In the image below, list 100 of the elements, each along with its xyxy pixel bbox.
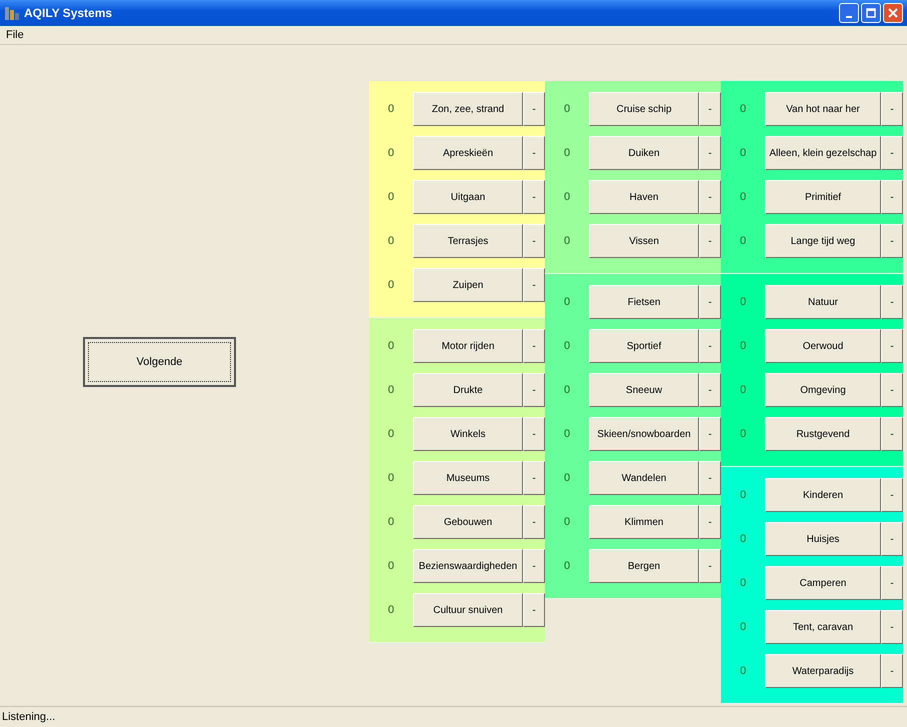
minimize-icon (846, 16, 852, 18)
count: 0 (562, 560, 572, 572)
category-button[interactable]: Fietsen (589, 285, 699, 319)
category-button[interactable]: Primitief (765, 180, 881, 214)
minus-button[interactable]: - (881, 417, 903, 451)
category-button[interactable]: Drukte (413, 373, 523, 407)
count: 0 (562, 516, 572, 528)
category-button[interactable]: Waterparadijs (765, 654, 881, 688)
count: 0 (386, 235, 396, 247)
count: 0 (562, 147, 572, 159)
count: 0 (386, 340, 396, 352)
category-button[interactable]: Bergen (589, 549, 699, 583)
category-button[interactable]: Zon, zee, strand (413, 92, 523, 126)
minus-button[interactable]: - (699, 136, 721, 170)
count: 0 (562, 472, 572, 484)
minus-button[interactable]: - (699, 373, 721, 407)
category-button[interactable]: Skieen/snowboarden (589, 417, 699, 451)
category-button[interactable]: Vissen (589, 224, 699, 258)
category-button[interactable]: Natuur (765, 285, 881, 319)
minus-button[interactable]: - (523, 180, 545, 214)
category-button[interactable]: Cultuur snuiven (413, 593, 523, 627)
count: 0 (562, 296, 572, 308)
minus-button[interactable]: - (523, 505, 545, 539)
count: 0 (738, 296, 748, 308)
minus-button[interactable]: - (699, 180, 721, 214)
category-button[interactable]: Rustgevend (765, 417, 881, 451)
count: 0 (738, 384, 748, 396)
category-button[interactable]: Camperen (765, 566, 881, 600)
count: 0 (738, 340, 748, 352)
minus-button[interactable]: - (881, 522, 903, 556)
category-button[interactable]: Kinderen (765, 478, 881, 512)
minus-button[interactable]: - (523, 461, 545, 495)
maximize-icon (866, 8, 876, 18)
count: 0 (562, 191, 572, 203)
minus-button[interactable]: - (881, 329, 903, 363)
count: 0 (386, 191, 396, 203)
category-button[interactable]: Tent, caravan (765, 610, 881, 644)
minus-button[interactable]: - (523, 329, 545, 363)
category-button[interactable]: Klimmen (589, 505, 699, 539)
minus-button[interactable]: - (523, 92, 545, 126)
menu-item[interactable]: File (6, 29, 24, 41)
minus-button[interactable]: - (881, 92, 903, 126)
category-button[interactable]: Alleen, klein gezelschap (765, 136, 881, 170)
category-button[interactable]: Museums (413, 461, 523, 495)
category-button[interactable]: Huisjes (765, 522, 881, 556)
next-button[interactable]: Volgende (83, 337, 236, 387)
minus-button[interactable]: - (881, 610, 903, 644)
category-button[interactable]: Sportief (589, 329, 699, 363)
count: 0 (562, 340, 572, 352)
minus-button[interactable]: - (881, 566, 903, 600)
category-button[interactable]: Zuipen (413, 268, 523, 302)
minus-button[interactable]: - (699, 549, 721, 583)
minus-button[interactable]: - (523, 136, 545, 170)
count: 0 (738, 533, 748, 545)
window-title: AQILY Systems (24, 6, 114, 20)
minus-button[interactable]: - (699, 461, 721, 495)
minus-button[interactable]: - (699, 224, 721, 258)
category-button[interactable]: Lange tijd weg (765, 224, 881, 258)
minus-button[interactable]: - (699, 329, 721, 363)
minus-button[interactable]: - (881, 654, 903, 688)
minus-button[interactable]: - (699, 285, 721, 319)
category-button[interactable]: Cruise schip (589, 92, 699, 126)
minus-button[interactable]: - (699, 417, 721, 451)
close-button[interactable] (883, 3, 903, 23)
minimize-button[interactable] (839, 3, 859, 23)
category-button[interactable]: Van hot naar her (765, 92, 881, 126)
minus-button[interactable]: - (699, 505, 721, 539)
category-button[interactable]: Oerwoud (765, 329, 881, 363)
minus-button[interactable]: - (523, 224, 545, 258)
minus-button[interactable]: - (523, 373, 545, 407)
count: 0 (738, 665, 748, 677)
minus-button[interactable]: - (881, 478, 903, 512)
minus-button[interactable]: - (881, 180, 903, 214)
minus-button[interactable]: - (523, 268, 545, 302)
category-button[interactable]: Gebouwen (413, 505, 523, 539)
minus-button[interactable]: - (523, 417, 545, 451)
category-button[interactable]: Wandelen (589, 461, 699, 495)
count: 0 (738, 235, 748, 247)
category-button[interactable]: Bezienswaardigheden (413, 549, 523, 583)
category-button[interactable]: Uitgaan (413, 180, 523, 214)
minus-button[interactable]: - (523, 593, 545, 627)
minus-button[interactable]: - (881, 136, 903, 170)
minus-button[interactable]: - (699, 92, 721, 126)
category-button[interactable]: Duiken (589, 136, 699, 170)
category-button[interactable]: Winkels (413, 417, 523, 451)
minus-button[interactable]: - (523, 549, 545, 583)
count: 0 (738, 577, 748, 589)
category-button[interactable]: Terrasjes (413, 224, 523, 258)
maximize-button[interactable] (861, 3, 881, 23)
count: 0 (562, 384, 572, 396)
count: 0 (386, 103, 396, 115)
minus-button[interactable]: - (881, 285, 903, 319)
category-button[interactable]: Sneeuw (589, 373, 699, 407)
category-button[interactable]: Apreskieën (413, 136, 523, 170)
category-button[interactable]: Omgeving (765, 373, 881, 407)
minus-button[interactable]: - (881, 224, 903, 258)
count: 0 (562, 103, 572, 115)
category-button[interactable]: Haven (589, 180, 699, 214)
minus-button[interactable]: - (881, 373, 903, 407)
category-button[interactable]: Motor rijden (413, 329, 523, 363)
